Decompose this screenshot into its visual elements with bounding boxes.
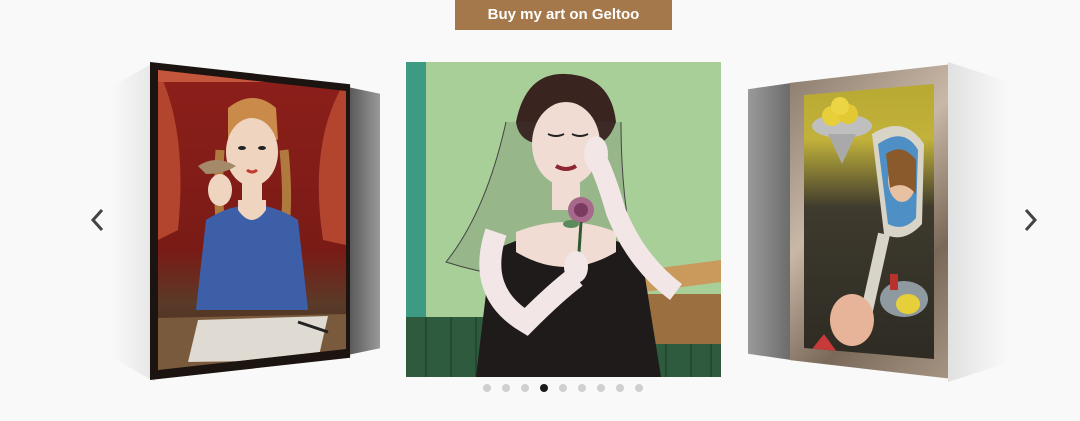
carousel-dot[interactable] bbox=[577, 384, 586, 392]
slide-left[interactable] bbox=[150, 62, 380, 380]
carousel-pagination bbox=[0, 384, 1080, 396]
carousel-dot[interactable] bbox=[539, 384, 548, 392]
right-slide-shadow bbox=[948, 62, 1008, 382]
slide-right[interactable] bbox=[748, 64, 953, 379]
buy-art-button-label: Buy my art on Geltoo bbox=[487, 6, 640, 23]
slide-right-side bbox=[748, 82, 792, 361]
artwork-carousel bbox=[0, 40, 1080, 410]
slide-left-side bbox=[350, 87, 380, 355]
carousel-dot[interactable] bbox=[501, 384, 510, 392]
carousel-dot[interactable] bbox=[596, 384, 605, 392]
chevron-left-icon bbox=[90, 208, 104, 232]
slide-left-artwork bbox=[158, 70, 346, 370]
page: Buy my art on Geltoo bbox=[0, 0, 1080, 421]
carousel-dot[interactable] bbox=[558, 384, 567, 392]
carousel-next-button[interactable] bbox=[1016, 200, 1046, 240]
buy-art-button[interactable]: Buy my art on Geltoo bbox=[455, 0, 672, 30]
carousel-dot[interactable] bbox=[520, 384, 529, 392]
carousel-dot[interactable] bbox=[482, 384, 491, 392]
carousel-dot[interactable] bbox=[615, 384, 624, 392]
left-slide-shadow bbox=[110, 62, 155, 382]
slide-center[interactable] bbox=[406, 62, 721, 377]
carousel-dot[interactable] bbox=[634, 384, 643, 392]
slide-center-artwork bbox=[406, 62, 721, 377]
carousel-prev-button[interactable] bbox=[82, 200, 112, 240]
chevron-right-icon bbox=[1024, 208, 1038, 232]
slide-right-artwork bbox=[804, 84, 934, 359]
